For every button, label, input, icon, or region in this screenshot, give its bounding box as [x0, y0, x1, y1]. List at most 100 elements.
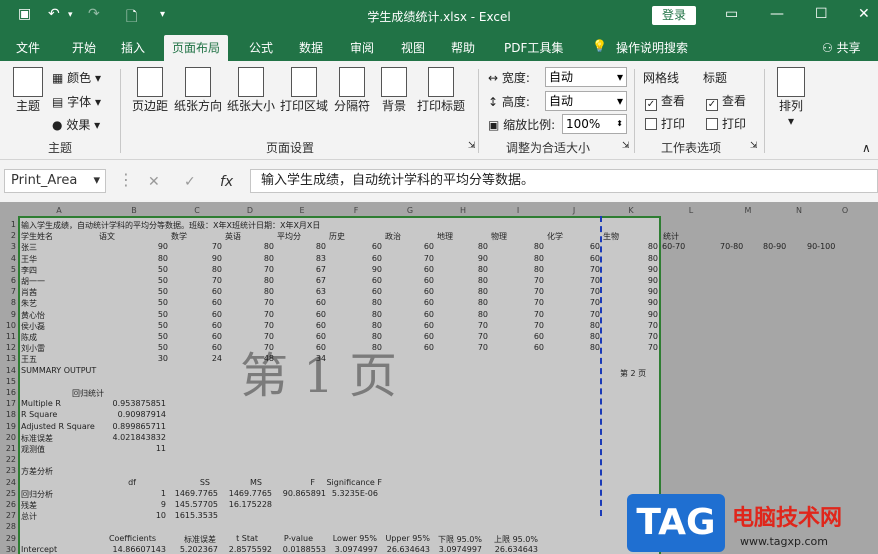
- scale-launcher-icon[interactable]: ⇲: [622, 141, 630, 151]
- header-cell[interactable]: 物理: [491, 231, 507, 242]
- header-cell[interactable]: 化学: [547, 231, 563, 242]
- name-cell[interactable]: 侯小磊: [21, 321, 45, 332]
- reg-value[interactable]: 0.953875851: [86, 399, 166, 408]
- column-header[interactable]: I: [490, 206, 546, 215]
- column-header[interactable]: B: [98, 206, 170, 215]
- headings-print-checkbox[interactable]: 打印: [706, 115, 746, 132]
- row-header[interactable]: 10: [4, 321, 16, 330]
- share-button[interactable]: ⚇ 共享: [822, 39, 861, 56]
- print-area-button[interactable]: 打印区域: [279, 67, 329, 114]
- row-header[interactable]: 19: [4, 422, 16, 431]
- row-header[interactable]: 26: [4, 500, 16, 509]
- cancel-icon[interactable]: ✕: [148, 174, 160, 190]
- name-box[interactable]: Print_Area ▾: [4, 169, 106, 193]
- score-cell[interactable]: 80: [578, 242, 658, 251]
- orientation-button[interactable]: 纸张方向: [173, 67, 223, 114]
- row-header[interactable]: 5: [4, 265, 16, 274]
- row-header[interactable]: 14: [4, 366, 16, 375]
- row-header[interactable]: 11: [4, 332, 16, 341]
- size-button[interactable]: 纸张大小: [226, 67, 276, 114]
- formula-input[interactable]: 输入学生成绩，自动统计学科的平均分等数据。: [250, 169, 878, 193]
- colors-button[interactable]: ▦ 颜色 ▾: [52, 69, 101, 86]
- breaks-button[interactable]: 分隔符: [332, 67, 372, 114]
- coef-label[interactable]: Intercept: [21, 545, 57, 554]
- minimize-icon[interactable]: —: [770, 6, 784, 22]
- column-header[interactable]: J: [546, 206, 602, 215]
- header-cell[interactable]: 英语: [225, 231, 241, 242]
- login-button[interactable]: 登录: [652, 6, 696, 25]
- row-header[interactable]: 12: [4, 343, 16, 352]
- name-cell[interactable]: 张三: [21, 242, 37, 253]
- row-header[interactable]: 20: [4, 433, 16, 442]
- anova-value[interactable]: 16.175228: [192, 500, 272, 509]
- column-header[interactable]: A: [20, 206, 98, 215]
- anova-header[interactable]: df: [56, 478, 136, 487]
- height-select[interactable]: 自动 ▾: [545, 91, 627, 111]
- reg-label[interactable]: 标准误差: [21, 433, 53, 444]
- reg-value[interactable]: 0.90987914: [86, 410, 166, 419]
- effects-button[interactable]: ● 效果 ▾: [52, 116, 100, 133]
- header-cell[interactable]: 政治: [385, 231, 401, 242]
- score-cell[interactable]: 90: [578, 265, 658, 274]
- stats-header-cell[interactable]: 70-80: [720, 242, 743, 251]
- row-header[interactable]: 30: [4, 545, 16, 554]
- insert-function-button[interactable]: fx: [220, 174, 233, 190]
- row-header[interactable]: 28: [4, 522, 16, 531]
- score-cell[interactable]: 80: [578, 254, 658, 263]
- name-cell[interactable]: 陈成: [21, 332, 37, 343]
- tab-pdf-tools[interactable]: PDF工具集: [504, 39, 563, 56]
- column-header[interactable]: L: [662, 206, 720, 215]
- tab-help[interactable]: 帮助: [451, 39, 475, 56]
- column-header[interactable]: D: [224, 206, 276, 215]
- row-header[interactable]: 16: [4, 388, 16, 397]
- close-icon[interactable]: ✕: [858, 6, 870, 22]
- row-header[interactable]: 2: [4, 231, 16, 240]
- row-header[interactable]: 7: [4, 287, 16, 296]
- row-header[interactable]: 3: [4, 242, 16, 251]
- tab-data[interactable]: 数据: [299, 39, 323, 56]
- header-cell[interactable]: 生物: [603, 231, 619, 242]
- header-cell[interactable]: 平均分: [277, 231, 301, 242]
- row-header[interactable]: 23: [4, 466, 16, 475]
- title-cell[interactable]: 输入学生成绩，自动统计学科的平均分等数据。班级：X年X班统计日期：X年X月X日: [21, 220, 320, 231]
- arrange-button[interactable]: 排列 ▾: [772, 67, 810, 128]
- column-header[interactable]: O: [822, 206, 868, 215]
- header-cell[interactable]: 统计: [663, 231, 679, 242]
- name-cell[interactable]: 王华: [21, 254, 37, 265]
- maximize-icon[interactable]: ☐: [815, 6, 828, 22]
- anova-label[interactable]: 回归分析: [21, 489, 53, 500]
- background-button[interactable]: 背景: [378, 67, 410, 114]
- reg-value[interactable]: 4.021843832: [86, 433, 166, 442]
- score-cell[interactable]: 70: [578, 343, 658, 352]
- reg-value[interactable]: 11: [86, 444, 166, 453]
- anova-title[interactable]: 方差分析: [21, 466, 53, 477]
- reg-label[interactable]: R Square: [21, 410, 57, 419]
- score-cell[interactable]: 90: [578, 276, 658, 285]
- header-cell[interactable]: 学生姓名: [21, 231, 53, 242]
- anova-label[interactable]: 总计: [21, 511, 37, 522]
- row-header[interactable]: 21: [4, 444, 16, 453]
- score-cell[interactable]: 70: [578, 321, 658, 330]
- regression-stat-title[interactable]: 回归统计: [72, 388, 104, 399]
- ribbon-display-icon[interactable]: ▭: [725, 6, 738, 22]
- reg-value[interactable]: 0.899865711: [86, 422, 166, 431]
- column-header[interactable]: H: [436, 206, 490, 215]
- headings-view-checkbox[interactable]: ✓ 查看: [706, 92, 746, 111]
- gridlines-print-checkbox[interactable]: 打印: [645, 115, 685, 132]
- stats-header-cell[interactable]: 60-70: [662, 242, 685, 251]
- tab-insert[interactable]: 插入: [121, 39, 145, 56]
- enter-icon[interactable]: ✓: [184, 174, 196, 190]
- column-header[interactable]: G: [384, 206, 436, 215]
- header-cell[interactable]: 地理: [437, 231, 453, 242]
- row-header[interactable]: 8: [4, 298, 16, 307]
- stats-header-cell[interactable]: 90-100: [807, 242, 835, 251]
- column-header[interactable]: C: [170, 206, 224, 215]
- gridlines-view-checkbox[interactable]: ✓ 查看: [645, 92, 685, 111]
- column-header[interactable]: M: [720, 206, 776, 215]
- row-header[interactable]: 22: [4, 455, 16, 464]
- anova-label[interactable]: 残差: [21, 500, 37, 511]
- collapse-ribbon-icon[interactable]: ∧: [862, 141, 871, 155]
- name-cell[interactable]: 王五: [21, 354, 37, 365]
- width-select[interactable]: 自动 ▾: [545, 67, 627, 87]
- row-header[interactable]: 9: [4, 310, 16, 319]
